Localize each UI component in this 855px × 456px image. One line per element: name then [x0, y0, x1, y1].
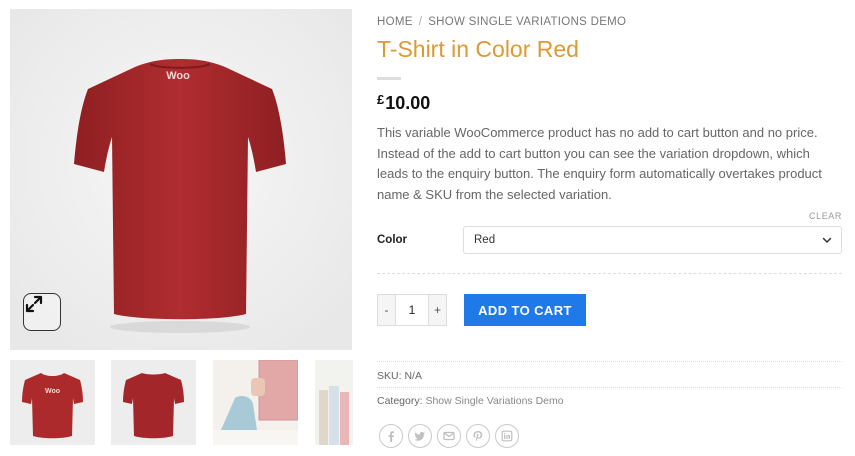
breadcrumb-category-link[interactable]: SHOW SINGLE VARIATIONS DEMO [428, 16, 626, 28]
thumbnail-strip: Woo [10, 360, 353, 446]
facebook-icon [388, 431, 394, 442]
thumbnail-back[interactable] [111, 360, 196, 445]
linkedin-icon [501, 430, 513, 442]
pinterest-icon [473, 431, 483, 442]
svg-text:Woo: Woo [45, 388, 60, 395]
color-select-value: Red [474, 234, 496, 246]
thumbnail-clothes-rack[interactable] [315, 360, 353, 445]
product-category: Category: Show Single Variations Demo [377, 395, 564, 407]
product-price: £10.00 [377, 92, 430, 114]
product-sku: SKU: N/A [377, 370, 422, 382]
breadcrumb-separator: / [418, 16, 423, 28]
category-label: Category: [377, 395, 423, 407]
title-divider [377, 77, 401, 80]
breadcrumb-home-link[interactable]: HOME [377, 16, 413, 28]
thumbnail-iron[interactable] [213, 360, 298, 445]
clear-variation-link[interactable]: CLEAR [809, 211, 842, 221]
divider [377, 273, 842, 274]
woo-logo: Woo [166, 70, 190, 82]
email-icon [443, 431, 455, 441]
breadcrumb: HOME / SHOW SINGLE VARIATIONS DEMO [377, 16, 626, 28]
color-select[interactable]: Red [463, 226, 842, 254]
sku-value: N/A [404, 370, 422, 382]
product-main-image[interactable]: Woo [10, 9, 352, 350]
quantity-stepper: - 1 + [377, 294, 447, 326]
price-currency: £ [377, 92, 385, 107]
clothes-rack-thumb [315, 360, 353, 445]
share-facebook-button[interactable] [379, 424, 403, 448]
quantity-plus-button[interactable]: + [428, 294, 447, 326]
sku-label: SKU: [377, 370, 402, 382]
share-linkedin-button[interactable] [495, 424, 519, 448]
expand-icon [25, 295, 43, 313]
category-link[interactable]: Show Single Variations Demo [425, 395, 563, 407]
divider [377, 387, 842, 388]
tshirt-back-image: Woo [10, 9, 352, 350]
quantity-minus-button[interactable]: - [377, 294, 396, 326]
chevron-down-icon [822, 237, 832, 243]
color-label: Color [377, 234, 408, 246]
ironing-photo-thumb [213, 360, 298, 445]
thumbnail-front[interactable]: Woo [10, 360, 95, 445]
price-amount: 10.00 [385, 93, 431, 113]
tshirt-front-thumb: Woo [10, 360, 95, 445]
share-twitter-button[interactable] [408, 424, 432, 448]
product-title: T-Shirt in Color Red [377, 36, 579, 62]
zoom-button[interactable] [23, 293, 61, 331]
share-icons [379, 424, 519, 448]
share-pinterest-button[interactable] [466, 424, 490, 448]
twitter-icon [414, 432, 425, 441]
divider [377, 361, 842, 362]
product-description: This variable WooCommerce product has no… [377, 125, 822, 202]
share-email-button[interactable] [437, 424, 461, 448]
quantity-input[interactable]: 1 [396, 294, 428, 326]
add-to-cart-button[interactable]: ADD TO CART [464, 294, 586, 326]
tshirt-back-thumb [111, 360, 196, 445]
